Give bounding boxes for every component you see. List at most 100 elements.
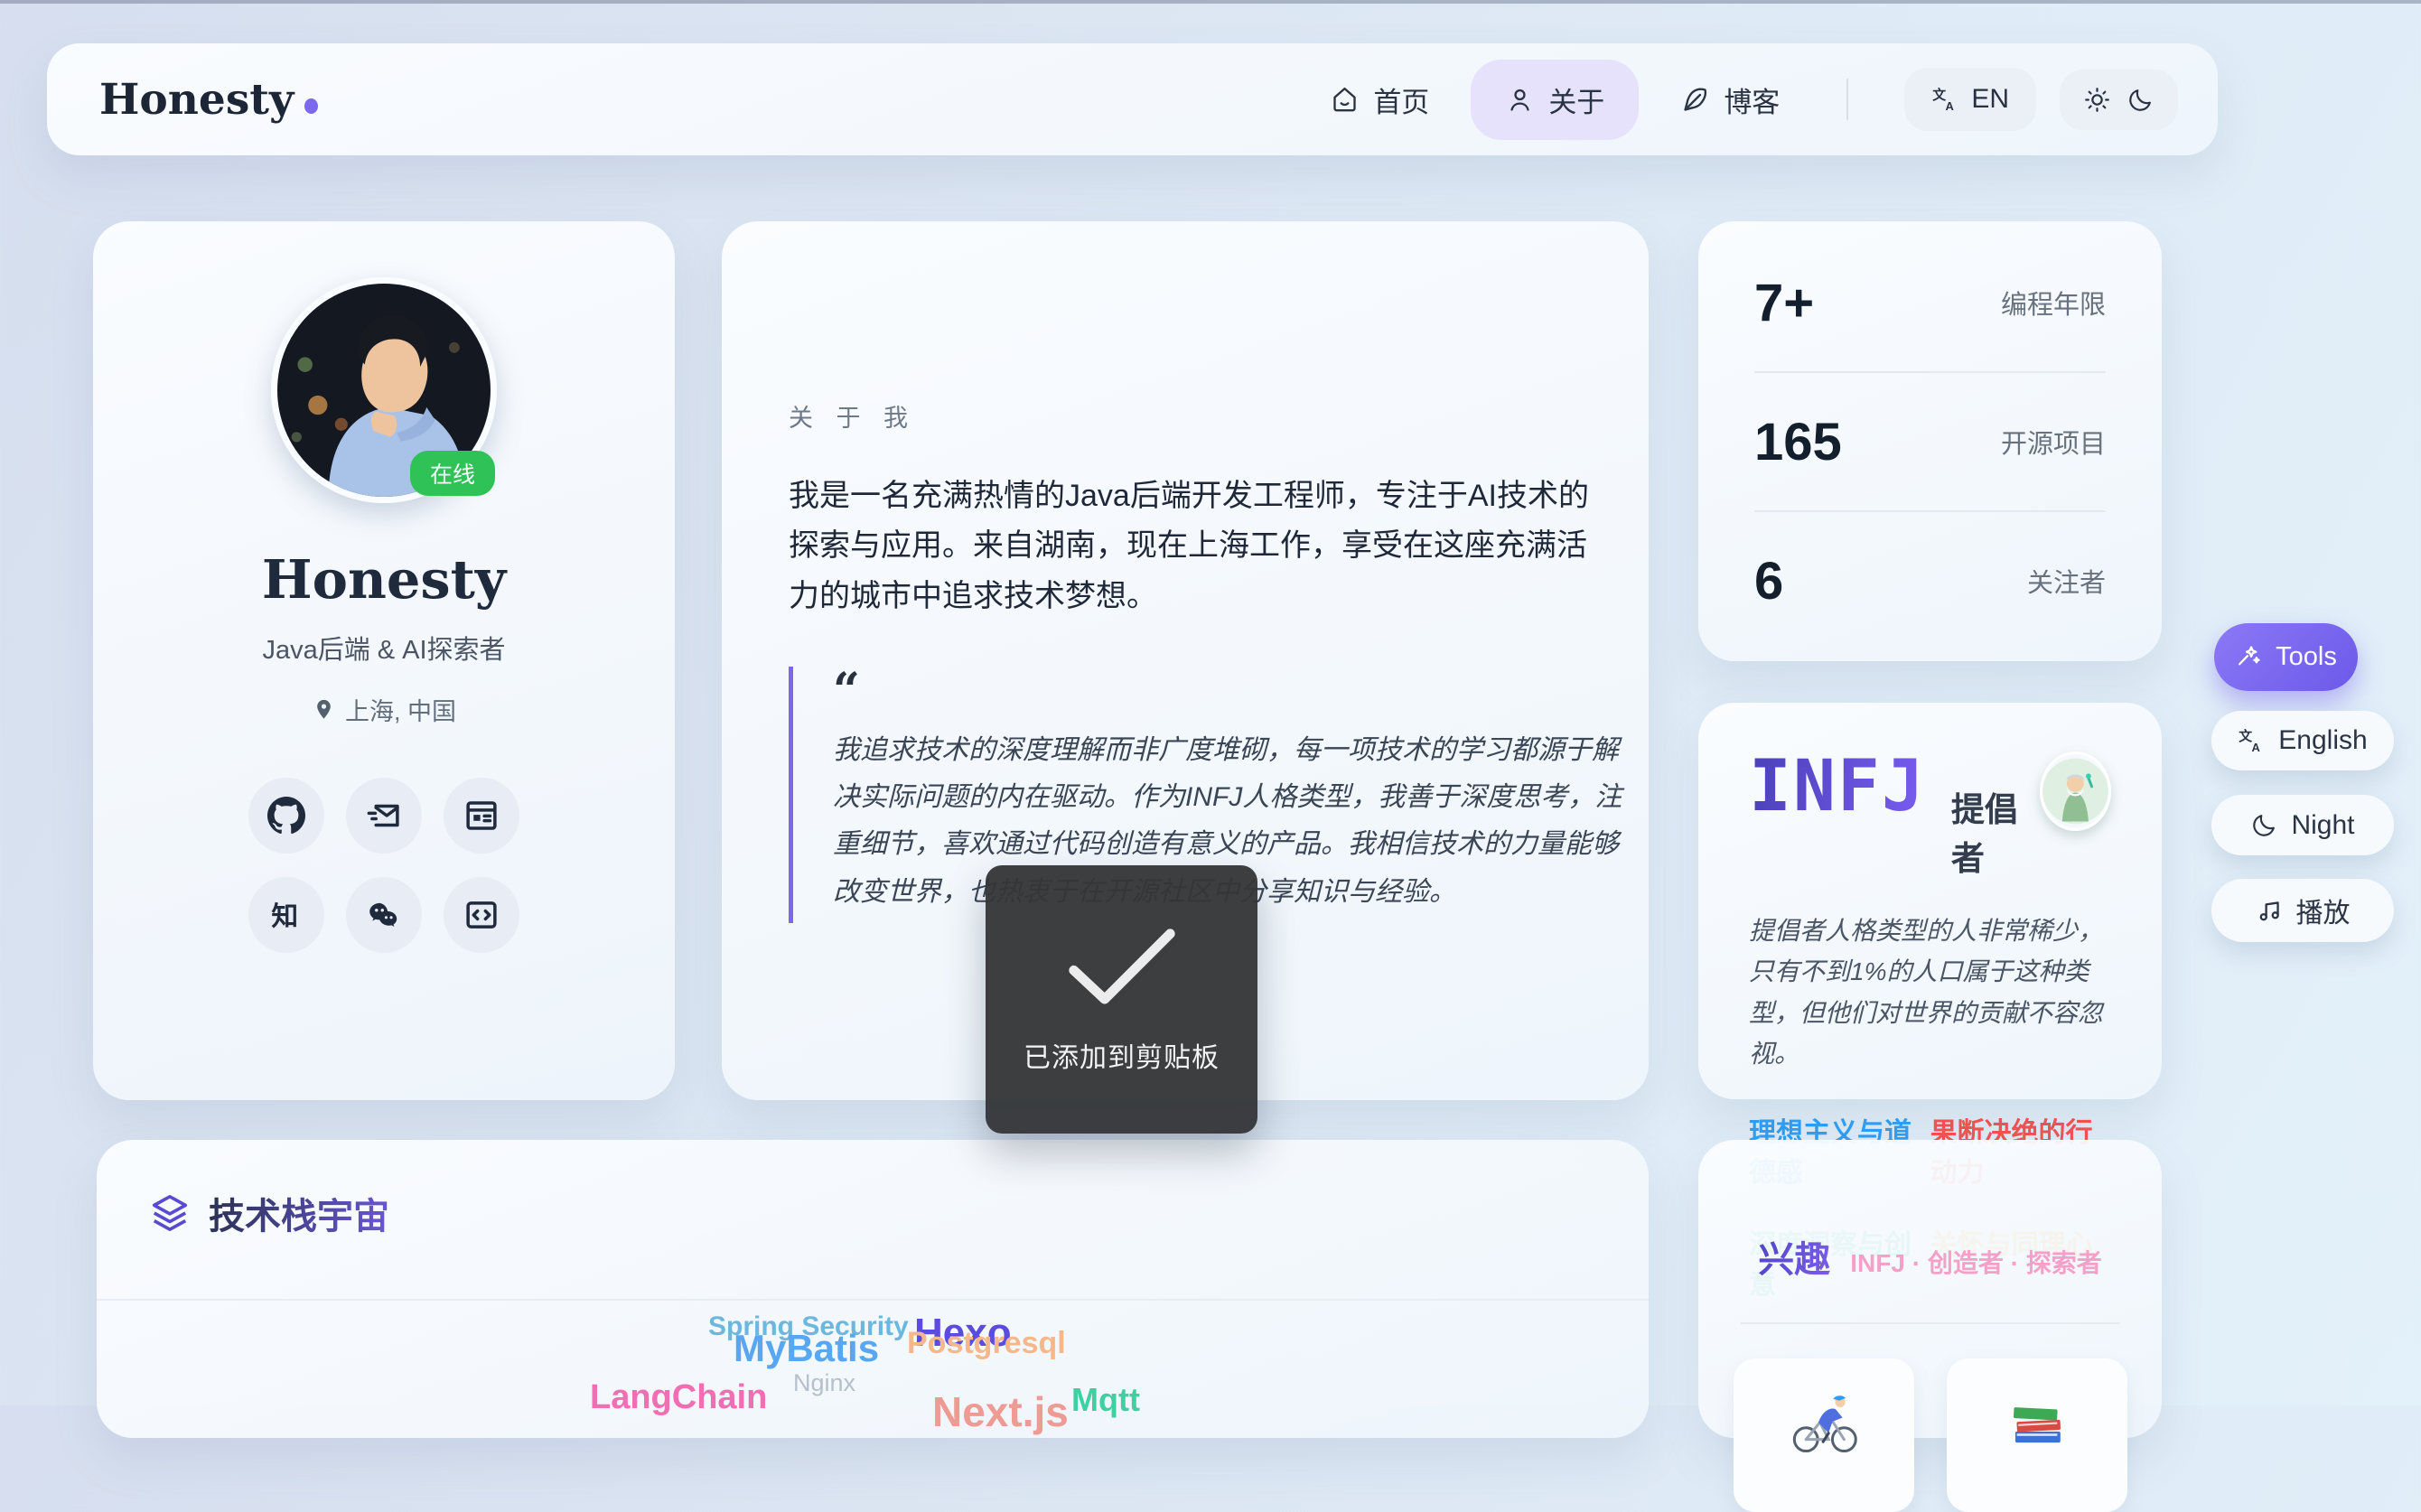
tech-word[interactable]: Next.js	[932, 1391, 1069, 1433]
stat-label: 关注者	[2027, 562, 2106, 600]
home-icon	[1330, 85, 1360, 115]
user-icon	[1505, 85, 1535, 115]
tech-word[interactable]: LangChain	[590, 1380, 767, 1414]
stat-value: 7+	[1754, 273, 1814, 333]
quote-mark-icon: “	[833, 670, 1585, 713]
theme-toggle-button[interactable]	[2060, 70, 2178, 130]
sun-icon	[2083, 86, 2111, 114]
personality-description: 提倡者人格类型的人非常稀少，只有不到1%的人口属于这种类型，但他们对世界的贡献不…	[1749, 910, 2111, 1074]
translate-icon: 文A	[1931, 86, 1959, 114]
nav-item-home[interactable]: 首页	[1295, 60, 1463, 140]
interest-tile-cyclist[interactable]	[1734, 1358, 1914, 1512]
stat-value: 6	[1754, 551, 1783, 611]
tools-floating-button[interactable]: Tools	[2214, 623, 2358, 691]
stat-label: 编程年限	[2001, 284, 2106, 322]
zhihu-icon: 知	[267, 896, 305, 934]
header: Honesty 首页 关于 博客 文A EN	[47, 43, 2218, 155]
feather-icon	[1680, 85, 1710, 115]
avatar-wrap: 在线	[271, 277, 497, 503]
nav-item-about[interactable]: 关于	[1471, 60, 1639, 140]
stats-list: 7+ 编程年限 165 开源项目 6 关注者	[1754, 234, 2106, 649]
wizard-illustration	[2042, 754, 2108, 828]
tech-word[interactable]: Postgresql	[907, 1328, 1066, 1358]
stat-row: 165 开源项目	[1754, 373, 2106, 512]
about-bio-text: 我是一名充满热情的Java后端开发工程师，专注于AI技术的探索与应用。来自湖南，…	[789, 471, 1611, 621]
logo-text: Honesty	[99, 75, 294, 125]
stat-row: 6 关注者	[1754, 512, 2106, 649]
nav-item-label: 博客	[1724, 79, 1780, 120]
interests-title: 兴趣	[1758, 1230, 1830, 1283]
social-link-wechat[interactable]	[346, 877, 422, 953]
theme-floating-button[interactable]: Night	[2211, 795, 2394, 855]
translate-icon: 文A	[2238, 727, 2266, 755]
music-icon	[2256, 897, 2284, 925]
stat-row: 7+ 编程年限	[1754, 234, 2106, 373]
theme-label: Night	[2291, 810, 2354, 841]
profile-subtitle: Java后端 & AI探索者	[93, 629, 675, 667]
mail-icon	[365, 797, 403, 835]
online-status-badge: 在线	[410, 451, 495, 496]
check-icon	[1064, 923, 1180, 1010]
language-label: English	[2278, 725, 2367, 756]
profile-location: 上海, 中国	[93, 692, 675, 727]
language-toggle-button[interactable]: 文A EN	[1904, 68, 2036, 131]
logo[interactable]: Honesty	[99, 75, 318, 125]
code-icon	[463, 896, 500, 934]
svg-text:A: A	[2252, 741, 2260, 754]
toast-message: 已添加到剪贴板	[1024, 1035, 1220, 1075]
stats-card: 7+ 编程年限 165 开源项目 6 关注者	[1698, 221, 2162, 661]
social-link-blog[interactable]	[444, 778, 519, 854]
about-section-label: 关 于 我	[789, 398, 1585, 434]
personality-avatar	[2040, 751, 2111, 831]
interests-divider	[1741, 1322, 2120, 1324]
profile-card: 在线 Honesty Java后端 & AI探索者 上海, 中国 知	[93, 221, 675, 1100]
interest-tile-books[interactable]	[1947, 1358, 2127, 1512]
profile-name: Honesty	[93, 548, 675, 611]
wand-icon	[2235, 643, 2263, 671]
nav-item-label: 首页	[1373, 79, 1429, 120]
github-icon	[267, 797, 305, 835]
tech-word[interactable]: Mqtt	[1071, 1384, 1140, 1416]
personality-role: 提倡者	[1951, 782, 2040, 880]
svg-text:文: 文	[1933, 86, 1947, 102]
personality-card: INFJ 提倡者 提倡者人格类型的人非常稀少，只有不到1%的人口属于这种类型，但…	[1698, 703, 2162, 1099]
tech-word[interactable]: MyBatis	[734, 1330, 879, 1367]
logo-dot	[304, 98, 318, 114]
main-nav: 首页 关于 博客	[1288, 60, 1814, 140]
svg-text:文: 文	[2239, 727, 2253, 743]
nav-divider	[1846, 79, 1848, 120]
interests-header: 兴趣 INFJ · 创造者 · 探索者	[1698, 1230, 2162, 1283]
clipboard-toast: 已添加到剪贴板	[986, 865, 1257, 1134]
stat-label: 开源项目	[2001, 423, 2106, 461]
tools-label: Tools	[2276, 642, 2337, 672]
stat-value: 165	[1754, 412, 1842, 472]
tech-word[interactable]: Nginx	[793, 1371, 855, 1395]
interests-subtitle: INFJ · 创造者 · 探索者	[1850, 1244, 2101, 1280]
wechat-icon	[365, 896, 403, 934]
svg-text:A: A	[1946, 99, 1954, 113]
moon-icon	[2250, 811, 2278, 839]
tech-word-cloud: Spring SecurityMyBatisHexoPostgresqlNgin…	[97, 1140, 1649, 1438]
profile-location-text: 上海, 中国	[345, 692, 456, 727]
social-link-github[interactable]	[248, 778, 324, 854]
language-floating-button[interactable]: 文A English	[2211, 711, 2394, 770]
interests-card: 兴趣 INFJ · 创造者 · 探索者	[1698, 1140, 2162, 1438]
language-toggle-label: EN	[1971, 84, 2009, 115]
books-icon	[1998, 1382, 2076, 1460]
social-link-mail[interactable]	[346, 778, 422, 854]
music-label: 播放	[2296, 891, 2351, 930]
social-links: 知	[93, 778, 675, 953]
nav-item-label: 关于	[1548, 79, 1604, 120]
svg-text:知: 知	[271, 901, 298, 931]
personality-header: INFJ 提倡者	[1749, 751, 2111, 880]
tech-stack-card: 技术栈宇宙 Spring SecurityMyBatisHexoPostgres…	[97, 1140, 1649, 1438]
cyclist-icon	[1785, 1382, 1863, 1460]
music-floating-button[interactable]: 播放	[2211, 879, 2394, 942]
social-link-code[interactable]	[444, 877, 519, 953]
blog-icon	[463, 797, 500, 835]
social-link-zhihu[interactable]: 知	[248, 877, 324, 953]
personality-type: INFJ	[1749, 751, 1926, 822]
interest-tiles	[1698, 1358, 2162, 1512]
nav-item-blog[interactable]: 博客	[1646, 60, 1814, 140]
moon-icon	[2127, 86, 2155, 114]
